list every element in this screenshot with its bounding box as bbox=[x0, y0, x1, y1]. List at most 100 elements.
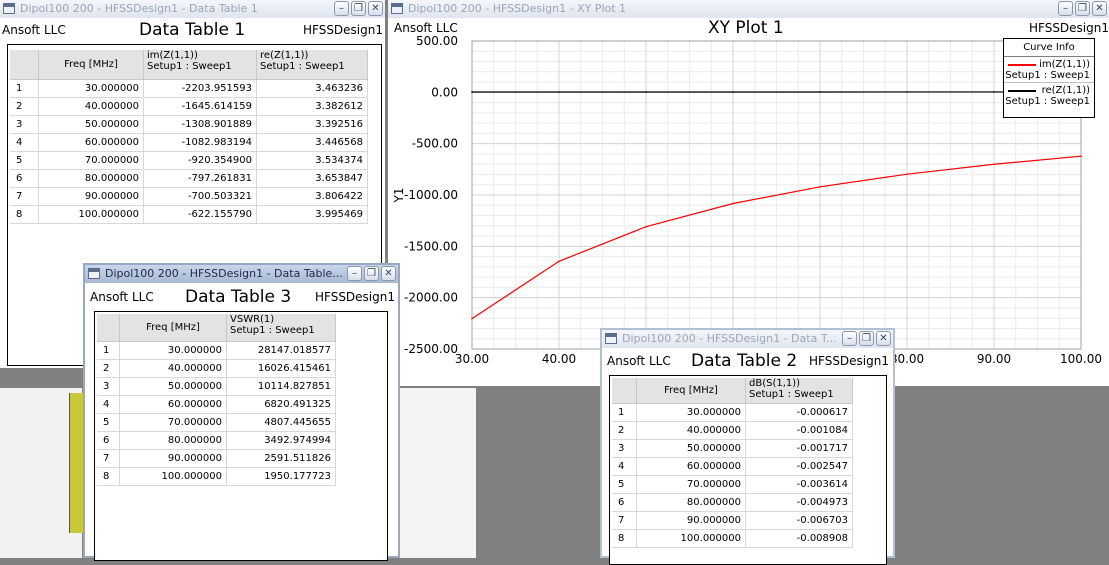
row-index: 5 bbox=[612, 475, 637, 493]
design-label: HFSSDesign1 bbox=[1029, 21, 1109, 35]
background-window-fragment bbox=[400, 388, 476, 558]
data-point bbox=[993, 91, 995, 93]
close-icon[interactable]: ✕ bbox=[368, 1, 383, 16]
row-index: 5 bbox=[97, 413, 120, 431]
table-row[interactable]: 680.000000-797.2618313.653847 bbox=[10, 169, 368, 187]
table-cell: 1950.177723 bbox=[227, 467, 336, 485]
restore-icon[interactable]: ❐ bbox=[1075, 1, 1090, 16]
row-index: 8 bbox=[612, 529, 637, 547]
data-point bbox=[645, 91, 647, 93]
column-header-dbs[interactable]: dB(S(1,1)) Setup1 : Sweep1 bbox=[746, 378, 853, 403]
design-label: HFSSDesign1 bbox=[315, 290, 395, 304]
table-cell: 6820.491325 bbox=[227, 395, 336, 413]
table-cell: 16026.415461 bbox=[227, 359, 336, 377]
table-row[interactable]: 680.000000-0.004973 bbox=[612, 493, 853, 511]
row-index: 4 bbox=[612, 457, 637, 475]
row-index: 5 bbox=[10, 151, 39, 169]
legend-item-imz[interactable]: im(Z(1,1)) Setup1 : Sweep1 bbox=[1004, 57, 1094, 83]
table-cell: -622.155790 bbox=[144, 205, 257, 223]
data-point bbox=[732, 91, 734, 93]
window-title: Dipol100 200 - HFSSDesign1 - Data Table.… bbox=[105, 267, 343, 280]
table-row[interactable]: 8100.000000-0.008908 bbox=[612, 529, 853, 547]
legend-line-black bbox=[1008, 90, 1036, 92]
restore-icon[interactable]: ❐ bbox=[859, 331, 874, 346]
data-point bbox=[645, 226, 647, 228]
table-row[interactable]: 8100.0000001950.177723 bbox=[97, 467, 336, 485]
window-icon bbox=[88, 268, 100, 279]
table-cell: 3.995469 bbox=[257, 205, 368, 223]
company-label: Ansoft LLC bbox=[90, 290, 154, 304]
xy-plot-titlebar[interactable]: Dipol100 200 - HFSSDesign1 - XY Plot 1 –… bbox=[388, 0, 1109, 18]
column-header-freq[interactable]: Freq [MHz] bbox=[39, 50, 144, 79]
table-row[interactable]: 130.000000-0.000617 bbox=[612, 403, 853, 421]
close-icon[interactable]: ✕ bbox=[1092, 1, 1107, 16]
legend-title: Curve Info bbox=[1004, 39, 1094, 57]
table-cell: 30.000000 bbox=[637, 403, 746, 421]
table-row[interactable]: 350.000000-0.001717 bbox=[612, 439, 853, 457]
curve-info-legend[interactable]: Curve Info im(Z(1,1)) Setup1 : Sweep1 re… bbox=[1003, 38, 1095, 118]
table-cell: 60.000000 bbox=[39, 133, 144, 151]
table-row[interactable]: 130.000000-2203.9515933.463236 bbox=[10, 79, 368, 97]
table-row[interactable]: 790.0000002591.511826 bbox=[97, 449, 336, 467]
x-tick-label: 90.00 bbox=[977, 352, 1011, 366]
row-index: 4 bbox=[10, 133, 39, 151]
table-row[interactable]: 790.000000-0.006703 bbox=[612, 511, 853, 529]
column-header-freq[interactable]: Freq [MHz] bbox=[637, 378, 746, 403]
minimize-icon[interactable]: – bbox=[1058, 1, 1073, 16]
table-row[interactable]: 240.000000-0.001084 bbox=[612, 421, 853, 439]
minimize-icon[interactable]: – bbox=[347, 266, 362, 281]
close-icon[interactable]: ✕ bbox=[876, 331, 891, 346]
row-index: 4 bbox=[97, 395, 120, 413]
table-cell: 70.000000 bbox=[39, 151, 144, 169]
minimize-icon[interactable]: – bbox=[842, 331, 857, 346]
column-header-setup: Setup1 : Sweep1 bbox=[749, 389, 849, 400]
table-row[interactable]: 570.0000004807.445655 bbox=[97, 413, 336, 431]
column-header-rez[interactable]: re(Z(1,1)) Setup1 : Sweep1 bbox=[257, 50, 368, 79]
data-table-1-titlebar[interactable]: Dipol100 200 - HFSSDesign1 - Data Table … bbox=[0, 0, 385, 18]
company-label: Ansoft LLC bbox=[607, 354, 671, 368]
legend-item-rez[interactable]: re(Z(1,1)) Setup1 : Sweep1 bbox=[1004, 83, 1094, 108]
table-cell: 90.000000 bbox=[637, 511, 746, 529]
table-row[interactable]: 460.0000006820.491325 bbox=[97, 395, 336, 413]
table-cell: -0.004973 bbox=[746, 493, 853, 511]
minimize-icon[interactable]: – bbox=[334, 1, 349, 16]
table-cell: 3.463236 bbox=[257, 79, 368, 97]
column-header-freq[interactable]: Freq [MHz] bbox=[120, 314, 227, 341]
column-header-setup: Setup1 : Sweep1 bbox=[260, 61, 364, 72]
data-table-2-panel: Freq [MHz] dB(S(1,1)) Setup1 : Sweep1 13… bbox=[609, 375, 887, 565]
close-icon[interactable]: ✕ bbox=[381, 266, 396, 281]
table-row[interactable]: 460.000000-1082.9831943.446568 bbox=[10, 133, 368, 151]
table-row[interactable]: 350.00000010114.827851 bbox=[97, 377, 336, 395]
background-window-fragment bbox=[885, 388, 1109, 558]
table-cell: 4807.445655 bbox=[227, 413, 336, 431]
data-point bbox=[906, 173, 908, 175]
window-icon bbox=[605, 333, 617, 344]
table-row[interactable]: 680.0000003492.974994 bbox=[97, 431, 336, 449]
table-cell: -0.000617 bbox=[746, 403, 853, 421]
table-row[interactable]: 240.00000016026.415461 bbox=[97, 359, 336, 377]
column-header-imz[interactable]: im(Z(1,1)) Setup1 : Sweep1 bbox=[144, 50, 257, 79]
data-table-2-titlebar[interactable]: Dipol100 200 - HFSSDesign1 - Data T... –… bbox=[602, 330, 893, 348]
table-row[interactable]: 350.000000-1308.9018893.392516 bbox=[10, 115, 368, 133]
table-cell: -1308.901889 bbox=[144, 115, 257, 133]
table-row[interactable]: 790.000000-700.5033213.806422 bbox=[10, 187, 368, 205]
column-header-label: re(Z(1,1)) bbox=[260, 50, 364, 61]
row-index: 1 bbox=[10, 79, 39, 97]
table-cell: 10114.827851 bbox=[227, 377, 336, 395]
column-header-label: im(Z(1,1)) bbox=[147, 50, 253, 61]
restore-icon[interactable]: ❐ bbox=[364, 266, 379, 281]
data-table-3-titlebar[interactable]: Dipol100 200 - HFSSDesign1 - Data Table.… bbox=[85, 265, 398, 283]
table-row[interactable]: 8100.000000-622.1557903.995469 bbox=[10, 205, 368, 223]
column-header-vswr[interactable]: VSWR(1) Setup1 : Sweep1 bbox=[227, 314, 336, 341]
table-cell: 40.000000 bbox=[120, 359, 227, 377]
table-cell: 30.000000 bbox=[39, 79, 144, 97]
window-title: Dipol100 200 - HFSSDesign1 - Data T... bbox=[622, 332, 837, 345]
table-row[interactable]: 570.000000-920.3549003.534374 bbox=[10, 151, 368, 169]
table-row[interactable]: 240.000000-1645.6141593.382612 bbox=[10, 97, 368, 115]
table-row[interactable]: 130.00000028147.018577 bbox=[97, 341, 336, 359]
table-row[interactable]: 460.000000-0.002547 bbox=[612, 457, 853, 475]
x-tick-label: 40.00 bbox=[542, 352, 576, 366]
restore-icon[interactable]: ❐ bbox=[351, 1, 366, 16]
table-row[interactable]: 570.000000-0.003614 bbox=[612, 475, 853, 493]
data-point bbox=[906, 91, 908, 93]
